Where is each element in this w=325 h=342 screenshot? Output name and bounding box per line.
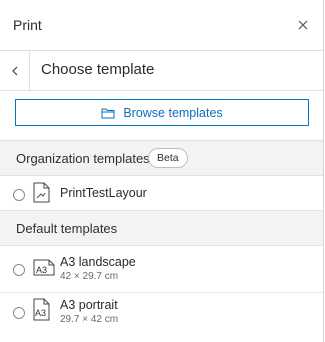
panel-title: Print	[13, 17, 42, 33]
template-item-printtestlayour[interactable]: PrintTestLayour	[0, 177, 323, 210]
browse-templates-label: Browse templates	[123, 105, 223, 120]
panel-header: Print	[0, 0, 323, 51]
template-item-a3-landscape[interactable]: A3 A3 landscape 42 × 29.7 cm	[0, 247, 323, 293]
template-icon-label: A3	[36, 265, 47, 275]
beta-badge: Beta	[148, 148, 188, 168]
close-icon	[298, 20, 308, 30]
template-name: A3 landscape	[60, 255, 136, 269]
chevron-left-icon	[11, 66, 17, 76]
flow-title: Choose template	[41, 61, 155, 78]
template-radio[interactable]	[13, 189, 25, 201]
document-icon	[33, 182, 50, 203]
template-icon-label: A3	[35, 308, 46, 318]
folder-icon	[101, 108, 115, 118]
document-icon: A3	[33, 298, 50, 321]
print-panel: Print Choose template Browse templates O…	[0, 0, 324, 342]
template-item-a3-portrait[interactable]: A3 A3 portrait 29.7 × 42 cm	[0, 293, 323, 339]
default-templates-title: Default templates	[16, 221, 118, 236]
close-button[interactable]	[294, 16, 312, 34]
organization-templates-title: Organization templates	[16, 151, 150, 166]
template-radio[interactable]	[13, 307, 25, 319]
back-button[interactable]	[0, 51, 30, 91]
template-size: 29.7 × 42 cm	[60, 314, 119, 325]
template-radio[interactable]	[13, 264, 25, 276]
template-name: A3 portrait	[60, 298, 118, 312]
template-size: 42 × 29.7 cm	[60, 271, 119, 282]
document-icon: A3	[33, 259, 55, 276]
browse-templates-button[interactable]: Browse templates	[15, 99, 309, 126]
template-name: PrintTestLayour	[60, 186, 147, 200]
organization-templates-header: Organization templates Beta	[0, 140, 323, 176]
flow-header: Choose template	[0, 51, 323, 91]
default-templates-header: Default templates	[0, 210, 323, 246]
